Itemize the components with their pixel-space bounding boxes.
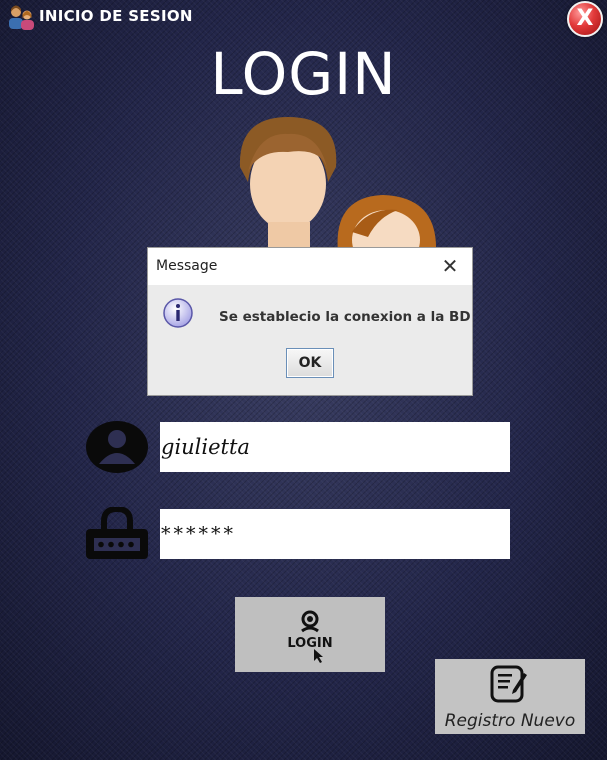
close-window-button[interactable]: X	[567, 1, 603, 37]
lock-icon	[86, 507, 148, 559]
login-icon-label: LOGIN	[287, 636, 332, 651]
message-dialog: Message ✕ Se establecio la conexion a la…	[147, 247, 473, 396]
dialog-message: Se establecio la conexion a la BD	[219, 309, 471, 325]
form-edit-icon	[490, 665, 527, 703]
dialog-title: Message	[156, 258, 218, 274]
page-title: LOGIN	[210, 40, 397, 108]
ok-button[interactable]: OK	[286, 348, 334, 378]
dialog-close-icon[interactable]: ✕	[438, 254, 462, 278]
window-title: INICIO DE SESION	[39, 7, 193, 25]
password-input[interactable]: ******	[160, 509, 510, 559]
login-icon: LOGIN	[287, 610, 333, 663]
username-input[interactable]: giulietta	[160, 422, 510, 472]
login-button[interactable]: LOGIN	[235, 597, 385, 672]
users-icon	[9, 5, 34, 30]
registro-nuevo-label: Registro Nuevo	[444, 711, 576, 731]
registro-nuevo-button[interactable]: Registro Nuevo	[435, 659, 585, 734]
info-icon	[163, 298, 193, 328]
user-icon	[86, 421, 148, 473]
dialog-titlebar: Message ✕	[148, 248, 472, 285]
users-illustration	[239, 117, 437, 252]
close-icon: X	[576, 6, 594, 31]
